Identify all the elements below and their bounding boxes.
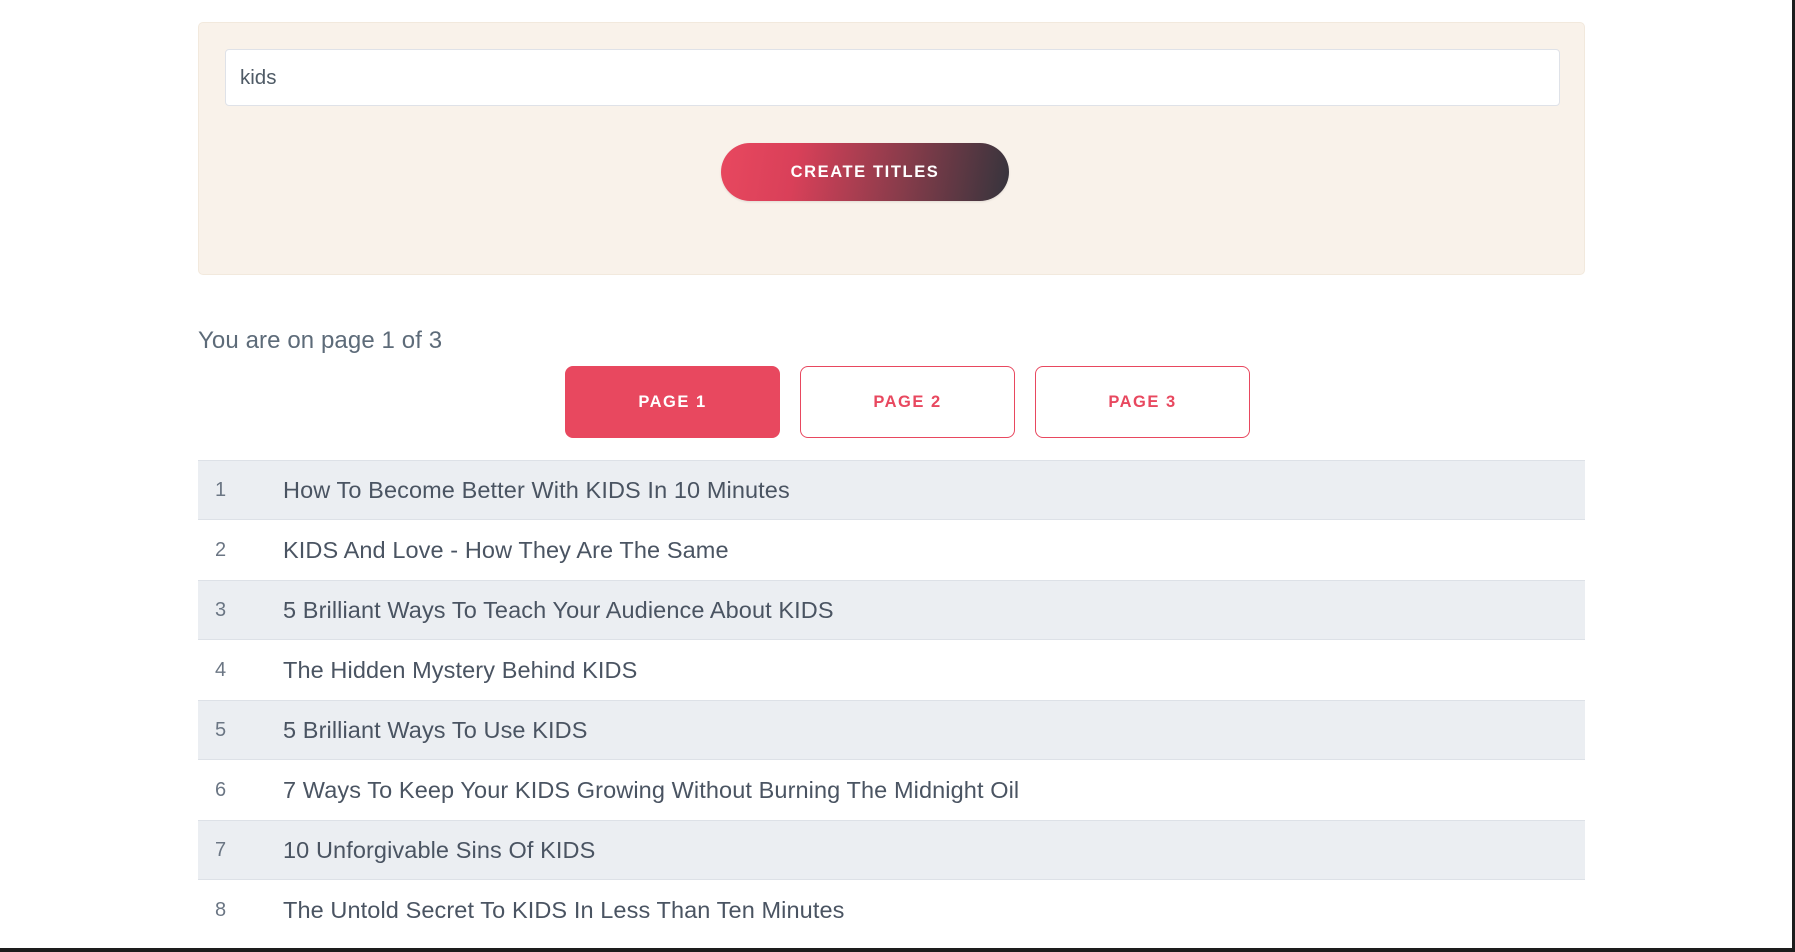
pagination-button-page-3[interactable]: Page 3 bbox=[1035, 366, 1250, 438]
window-bottom-border bbox=[0, 948, 1795, 952]
page-status-text: You are on page 1 of 3 bbox=[198, 327, 443, 354]
titles-list: 1 How To Become Better With KIDS In 10 M… bbox=[198, 460, 1585, 940]
row-title: The Untold Secret To KIDS In Less Than T… bbox=[283, 897, 845, 923]
row-title: 5 Brilliant Ways To Use KIDS bbox=[283, 716, 588, 743]
table-row[interactable]: 4 The Hidden Mystery Behind KIDS bbox=[198, 640, 1585, 700]
table-row[interactable]: 7 10 Unforgivable Sins Of KIDS bbox=[198, 820, 1585, 880]
row-title: 5 Brilliant Ways To Teach Your Audience … bbox=[283, 596, 834, 623]
row-index: 1 bbox=[215, 478, 227, 501]
table-row[interactable]: 8 The Untold Secret To KIDS In Less Than… bbox=[198, 880, 1585, 940]
row-index: 7 bbox=[215, 838, 227, 861]
row-title: 10 Unforgivable Sins Of KIDS bbox=[283, 836, 596, 863]
pagination-button-page-2[interactable]: Page 2 bbox=[800, 366, 1015, 438]
keyword-input[interactable] bbox=[225, 49, 1560, 106]
row-title: 7 Ways To Keep Your KIDS Growing Without… bbox=[283, 777, 1020, 803]
row-title: How To Become Better With KIDS In 10 Min… bbox=[283, 476, 790, 503]
table-row[interactable]: 3 5 Brilliant Ways To Teach Your Audienc… bbox=[198, 580, 1585, 640]
row-index: 3 bbox=[215, 598, 227, 621]
row-index: 5 bbox=[215, 718, 227, 741]
search-card: Create Titles bbox=[198, 22, 1585, 275]
table-row[interactable]: 6 7 Ways To Keep Your KIDS Growing Witho… bbox=[198, 760, 1585, 820]
create-titles-button[interactable]: Create Titles bbox=[721, 143, 1009, 201]
table-row[interactable]: 1 How To Become Better With KIDS In 10 M… bbox=[198, 460, 1585, 520]
row-index: 4 bbox=[215, 659, 227, 681]
table-row[interactable]: 5 5 Brilliant Ways To Use KIDS bbox=[198, 700, 1585, 760]
row-title: KIDS And Love - How They Are The Same bbox=[283, 537, 729, 563]
row-title: The Hidden Mystery Behind KIDS bbox=[283, 657, 638, 683]
pagination-button-page-1[interactable]: Page 1 bbox=[565, 366, 780, 438]
page-root: Create Titles You are on page 1 of 3 Pag… bbox=[0, 0, 1790, 948]
row-index: 8 bbox=[215, 899, 227, 921]
row-index: 6 bbox=[215, 779, 227, 801]
pagination-controls: Page 1 Page 2 Page 3 bbox=[565, 366, 1250, 438]
table-row[interactable]: 2 KIDS And Love - How They Are The Same bbox=[198, 520, 1585, 580]
row-index: 2 bbox=[215, 539, 227, 561]
